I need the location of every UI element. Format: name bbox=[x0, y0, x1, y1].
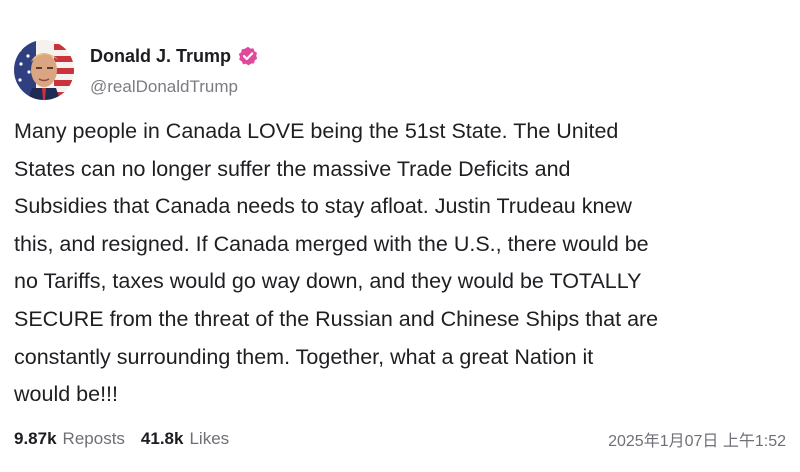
avatar-image-icon bbox=[14, 40, 74, 100]
post-footer: 9.87k Reposts 41.8k Likes 2025年1月07日 上午1… bbox=[14, 426, 786, 452]
post-timestamp[interactable]: 2025年1月07日 上午1:52 bbox=[608, 427, 786, 451]
reposts-stat[interactable]: 9.87k Reposts bbox=[14, 429, 125, 449]
reposts-count: 9.87k bbox=[14, 429, 57, 448]
likes-count: 41.8k bbox=[140, 429, 184, 448]
post-body-text: Many people in Canada LOVE being the 51s… bbox=[14, 119, 659, 407]
likes-stat[interactable]: 41.8k Likes bbox=[141, 429, 229, 449]
post-header: Donald J. Trump @realDonaldTrump bbox=[14, 40, 258, 100]
author-handle[interactable]: @realDonaldTrump bbox=[90, 77, 258, 97]
author-block: Donald J. Trump @realDonaldTrump bbox=[90, 43, 258, 97]
reposts-label: Reposts bbox=[62, 429, 125, 448]
post-card: Donald J. Trump @realDonaldTrump Many pe… bbox=[0, 0, 800, 472]
author-name-row: Donald J. Trump bbox=[90, 43, 258, 69]
likes-label: Likes bbox=[189, 429, 230, 448]
verified-badge-icon bbox=[238, 46, 258, 66]
author-display-name[interactable]: Donald J. Trump bbox=[90, 46, 231, 67]
avatar[interactable] bbox=[14, 40, 74, 100]
